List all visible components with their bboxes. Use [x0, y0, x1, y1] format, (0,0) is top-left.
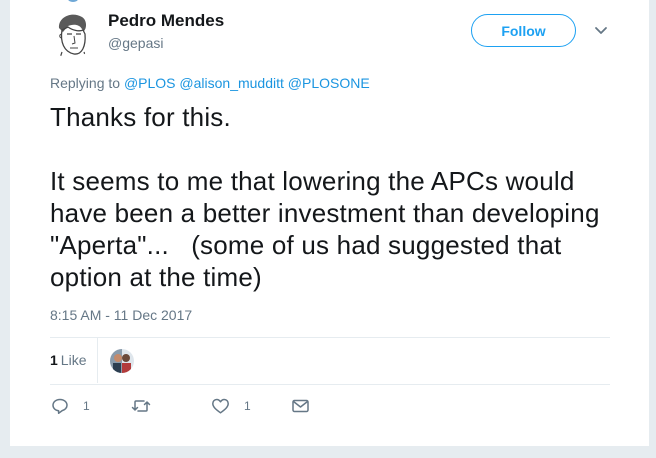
- envelope-icon: [291, 397, 310, 415]
- tweet-line-2: It seems to me that lowering the APCs wo…: [50, 166, 608, 292]
- divider: [50, 337, 610, 338]
- mention-plos[interactable]: @PLOS: [124, 75, 176, 91]
- reply-count: 1: [83, 399, 90, 413]
- direct-message-action[interactable]: [291, 397, 310, 415]
- likes-count: 1: [50, 352, 58, 368]
- tweet-timestamp[interactable]: 8:15 AM - 11 Dec 2017: [50, 307, 192, 323]
- stats-separator: [97, 337, 98, 383]
- chevron-down-icon[interactable]: [594, 24, 608, 38]
- mention-alison-mudditt[interactable]: @alison_mudditt: [179, 75, 284, 91]
- reply-action[interactable]: 1: [51, 397, 90, 415]
- replying-to: Replying to @PLOS @alison_mudditt @PLOSO…: [50, 75, 370, 91]
- follow-button[interactable]: Follow: [471, 14, 576, 47]
- tweet-line-1: Thanks for this.: [50, 102, 231, 132]
- liker-avatar[interactable]: [110, 349, 134, 373]
- reply-icon: [51, 397, 69, 415]
- retweet-action[interactable]: [131, 397, 151, 415]
- likes-label: Like: [60, 352, 87, 368]
- user-name[interactable]: Pedro Mendes: [108, 11, 224, 31]
- replying-prefix: Replying to: [50, 75, 121, 91]
- retweet-icon: [131, 397, 151, 415]
- user-handle[interactable]: @gepasi: [108, 35, 163, 51]
- likes-stat[interactable]: 1 Like: [50, 352, 86, 368]
- heart-icon: [211, 397, 230, 415]
- avatar[interactable]: [46, 8, 96, 58]
- divider: [50, 384, 610, 385]
- mention-plosone[interactable]: @PLOSONE: [288, 75, 370, 91]
- tweet-text: Thanks for this. It seems to me that low…: [50, 101, 620, 293]
- like-action[interactable]: 1: [211, 397, 251, 415]
- like-count: 1: [244, 399, 251, 413]
